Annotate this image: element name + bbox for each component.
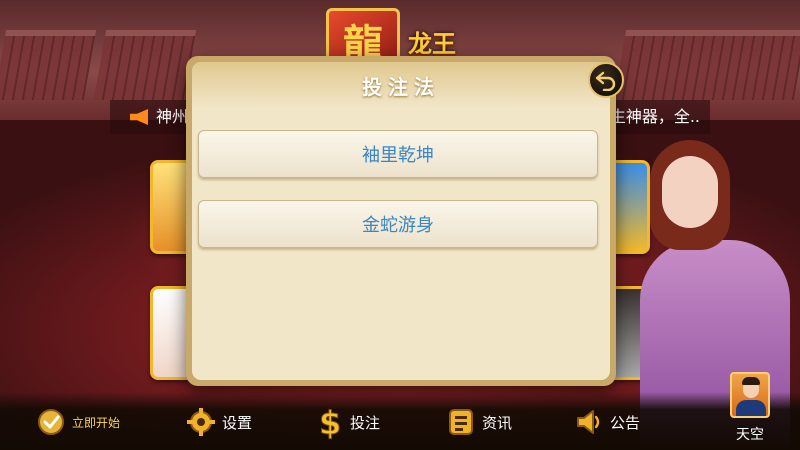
- dialog-title: 投注法: [192, 62, 610, 108]
- background-seat: [93, 30, 197, 100]
- bet-button[interactable]: $ 投注: [314, 402, 381, 442]
- settings-label: 设置: [222, 413, 253, 432]
- news-button[interactable]: 资讯: [446, 402, 512, 442]
- background-seat: [613, 30, 717, 100]
- dollar-icon: $: [314, 404, 344, 440]
- check-circle-icon: [36, 405, 66, 439]
- bet-method-dialog: 投注法 袖里乾坤 金蛇游身: [186, 56, 616, 386]
- dialog-body: 投注法 袖里乾坤 金蛇游身: [192, 62, 610, 380]
- bet-label: 投注: [350, 413, 381, 432]
- avatar-hair: [742, 377, 760, 385]
- marquee-text-right: 生神器，全..: [609, 107, 700, 126]
- hostess-face: [662, 156, 718, 228]
- bet-option-button[interactable]: 袖里乾坤: [198, 130, 598, 178]
- start-now-label: 立即开始: [72, 415, 121, 430]
- marquee-speaker-icon: [130, 109, 148, 125]
- background-seat: [0, 30, 97, 100]
- gear-icon: [186, 405, 216, 439]
- user-profile[interactable]: 天空: [728, 372, 772, 444]
- notice-button[interactable]: 公告: [574, 402, 640, 442]
- news-label: 资讯: [482, 413, 513, 432]
- avatar-suit: [736, 400, 766, 416]
- logo-title: 龙王: [408, 29, 456, 58]
- speaker-icon: [574, 405, 604, 439]
- start-now-button[interactable]: 立即开始: [36, 402, 120, 442]
- background-seat: [703, 30, 800, 100]
- back-arrow-icon: [595, 71, 616, 91]
- user-name: 天空: [736, 427, 764, 443]
- bet-option-button[interactable]: 金蛇游身: [198, 200, 598, 248]
- avatar[interactable]: [730, 372, 770, 418]
- settings-button[interactable]: 设置: [186, 402, 252, 442]
- back-button[interactable]: [588, 62, 624, 98]
- notice-label: 公告: [610, 413, 641, 432]
- svg-text:$: $: [319, 404, 341, 440]
- news-icon: [446, 405, 476, 439]
